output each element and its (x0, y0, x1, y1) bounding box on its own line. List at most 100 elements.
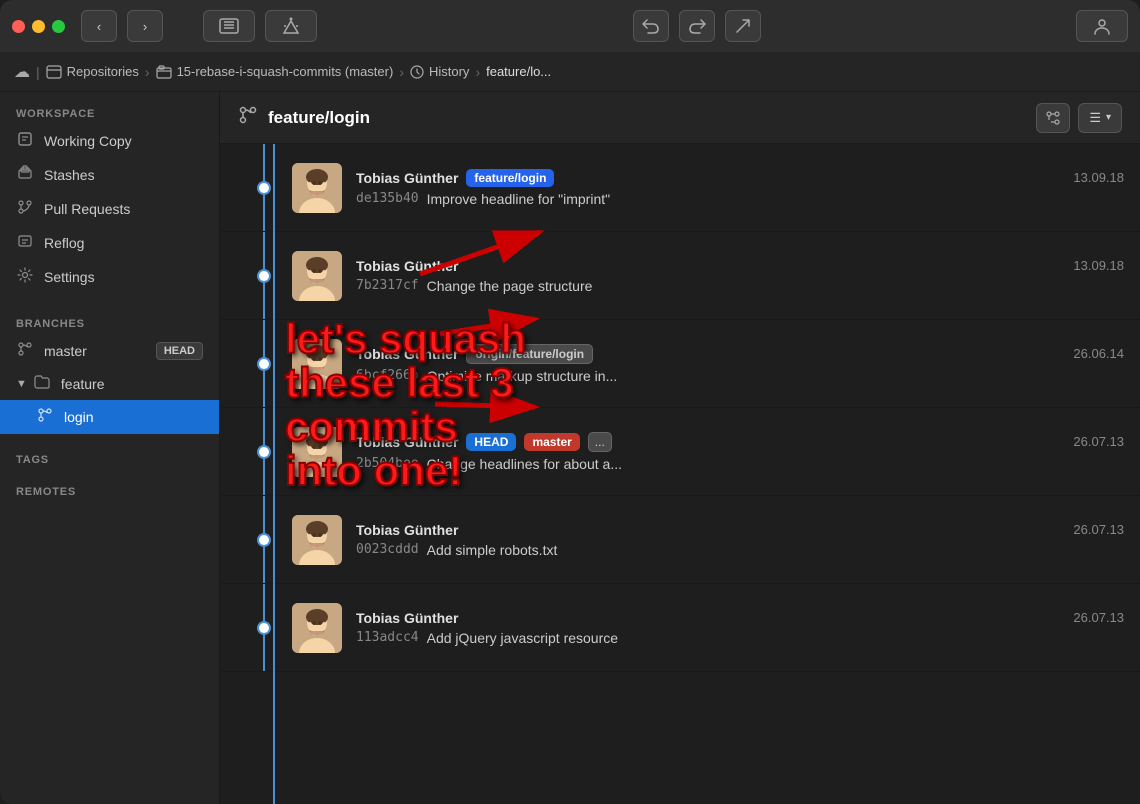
tags-section-label: Tags (0, 446, 219, 470)
graph-node (236, 320, 292, 407)
breadcrumb-history[interactable]: History (410, 64, 469, 79)
commit-tag: feature/login (466, 169, 554, 187)
commit-tag: origin/feature/login (466, 344, 593, 364)
folder-icon (33, 375, 51, 393)
breadcrumb-repo[interactable]: 15-rebase-i-squash-commits (master) (156, 64, 394, 79)
cloud-icon: ☁ (14, 62, 30, 82)
fetch-button[interactable] (203, 10, 255, 42)
profile-button[interactable] (1076, 10, 1128, 42)
commit-hash: 113adcc4 (356, 630, 419, 645)
commit-message: Add jQuery javascript resource (427, 630, 618, 646)
graph-node (236, 408, 292, 495)
commit-author: Tobias Günther (356, 170, 458, 186)
redo-button[interactable] (679, 10, 715, 42)
graph-node (236, 496, 292, 583)
branch-actions: ☰ ▾ (1036, 103, 1122, 133)
avatar (292, 427, 342, 477)
commit-tag-dots: ... (588, 432, 612, 452)
close-button[interactable] (12, 20, 25, 33)
commit-author: Tobias Günther (356, 522, 458, 538)
commit-info: Tobias Günther feature/login 13.09.18 de… (356, 169, 1124, 207)
commit-info: Tobias Günther origin/feature/login 26.0… (356, 344, 1124, 384)
back-button[interactable]: ‹ (81, 10, 117, 42)
magic-button[interactable] (265, 10, 317, 42)
commit-row[interactable]: Tobias Günther 26.07.13 113adcc4 Add jQu… (220, 584, 1140, 672)
sidebar-item-pull-requests[interactable]: Pull Requests (0, 192, 219, 226)
breadcrumb-repositories[interactable]: Repositories (46, 64, 139, 79)
commit-author: Tobias Günther (356, 434, 458, 450)
commit-message: Optimize markup structure in... (427, 368, 618, 384)
avatar (292, 603, 342, 653)
settings-label: Settings (44, 269, 203, 285)
commit-info: Tobias Günther HEAD master ... 26.07.13 … (356, 432, 1124, 472)
commit-message: Add simple robots.txt (427, 542, 558, 558)
sidebar-item-reflog[interactable]: Reflog (0, 226, 219, 260)
commit-row[interactable]: Tobias Günther 26.07.13 0023cddd Add sim… (220, 496, 1140, 584)
commit-list[interactable]: Tobias Günther feature/login 13.09.18 de… (220, 144, 1140, 804)
commit-info: Tobias Günther 26.07.13 113adcc4 Add jQu… (356, 610, 1124, 646)
commit-row[interactable]: Tobias Günther HEAD master ... 26.07.13 … (220, 408, 1140, 496)
forward-button[interactable]: › (127, 10, 163, 42)
commit-tag-head: HEAD (466, 433, 516, 451)
commit-info: Tobias Günther 13.09.18 7b2317cf Change … (356, 258, 1124, 294)
commit-hash: de135b40 (356, 191, 419, 206)
commit-message: Improve headline for "imprint" (427, 191, 610, 207)
commit-date: 26.07.13 (1073, 610, 1124, 625)
commit-date: 26.07.13 (1073, 434, 1124, 449)
commit-message: Change headlines for about a... (427, 456, 622, 472)
sidebar: Workspace Working Copy (0, 92, 220, 804)
pull-requests-icon (16, 199, 34, 219)
commit-date: 13.09.18 (1073, 170, 1124, 185)
commit-hash: 2b504bee (356, 456, 419, 471)
working-copy-label: Working Copy (44, 133, 203, 149)
expand-button[interactable] (725, 10, 761, 42)
avatar (292, 163, 342, 213)
login-label: login (64, 409, 203, 425)
commit-date: 13.09.18 (1073, 258, 1124, 273)
commit-row[interactable]: Tobias Günther origin/feature/login 26.0… (220, 320, 1140, 408)
content-panel: feature/login ☰ ▾ (220, 92, 1140, 804)
menu-button[interactable]: ☰ ▾ (1078, 103, 1122, 133)
traffic-lights (12, 20, 65, 33)
commit-date: 26.07.13 (1073, 522, 1124, 537)
sidebar-item-settings[interactable]: Settings (0, 260, 219, 294)
history-label: History (429, 64, 469, 79)
avatar (292, 251, 342, 301)
commit-author: Tobias Günther (356, 258, 458, 274)
compare-button[interactable] (1036, 103, 1070, 133)
reflog-label: Reflog (44, 235, 203, 251)
commit-info: Tobias Günther 26.07.13 0023cddd Add sim… (356, 522, 1124, 558)
sidebar-item-master[interactable]: master HEAD (0, 334, 219, 368)
commit-row[interactable]: Tobias Günther 13.09.18 7b2317cf Change … (220, 232, 1140, 320)
commit-author: Tobias Günther (356, 346, 458, 362)
commit-hash: 7b2317cf (356, 278, 419, 293)
branch-name: feature/login (268, 108, 1026, 128)
commit-tag-master: master (524, 433, 579, 451)
workspace-label: Workspace (0, 100, 219, 124)
undo-button[interactable] (633, 10, 669, 42)
commit-row[interactable]: Tobias Günther feature/login 13.09.18 de… (220, 144, 1140, 232)
commit-message: Change the page structure (427, 278, 593, 294)
commit-hash: 0023cddd (356, 542, 419, 557)
graph-node (236, 232, 292, 319)
feature-label: feature (61, 376, 105, 392)
sidebar-item-stashes[interactable]: Stashes (0, 158, 219, 192)
title-bar: ‹ › (0, 0, 1140, 52)
graph-node (236, 584, 292, 671)
stashes-icon (16, 165, 34, 185)
branch-header-icon (238, 105, 258, 130)
stashes-label: Stashes (44, 167, 203, 183)
breadcrumb-branch: feature/lo... (486, 64, 551, 79)
reflog-icon (16, 233, 34, 253)
sidebar-item-login[interactable]: login (0, 400, 219, 434)
minimize-button[interactable] (32, 20, 45, 33)
remotes-section-label: Remotes (0, 478, 219, 502)
fullscreen-button[interactable] (52, 20, 65, 33)
sidebar-item-feature[interactable]: ▼ feature (0, 368, 219, 400)
sidebar-item-working-copy[interactable]: Working Copy (0, 124, 219, 158)
branch-header: feature/login ☰ ▾ (220, 92, 1140, 144)
login-branch-icon (36, 407, 54, 427)
branches-label: Branches (0, 310, 219, 334)
commit-date: 26.06.14 (1073, 346, 1124, 361)
working-copy-icon (16, 131, 34, 151)
